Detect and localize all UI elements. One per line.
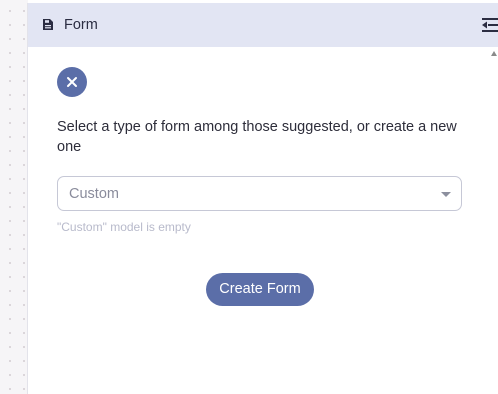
form-model-select[interactable]: Custom: [57, 176, 462, 211]
caret-down-icon: [441, 192, 451, 197]
close-icon: [67, 77, 77, 87]
canvas-dot-grid: [0, 0, 28, 394]
panel-title: Form: [64, 17, 98, 33]
create-form-button[interactable]: Create Form: [206, 273, 314, 306]
collapse-panel-icon[interactable]: [480, 17, 498, 33]
close-button[interactable]: [57, 67, 87, 97]
empty-model-hint: "Custom" model is empty: [57, 220, 191, 234]
form-type-instruction: Select a type of form among those sugges…: [57, 119, 457, 155]
form-document-icon: [42, 18, 54, 31]
form-panel: Form Select a type of form among those s…: [27, 3, 498, 394]
panel-header: Form: [28, 3, 498, 47]
selected-model-value: Custom: [69, 186, 119, 202]
scroll-up-arrow-icon[interactable]: [491, 51, 497, 56]
